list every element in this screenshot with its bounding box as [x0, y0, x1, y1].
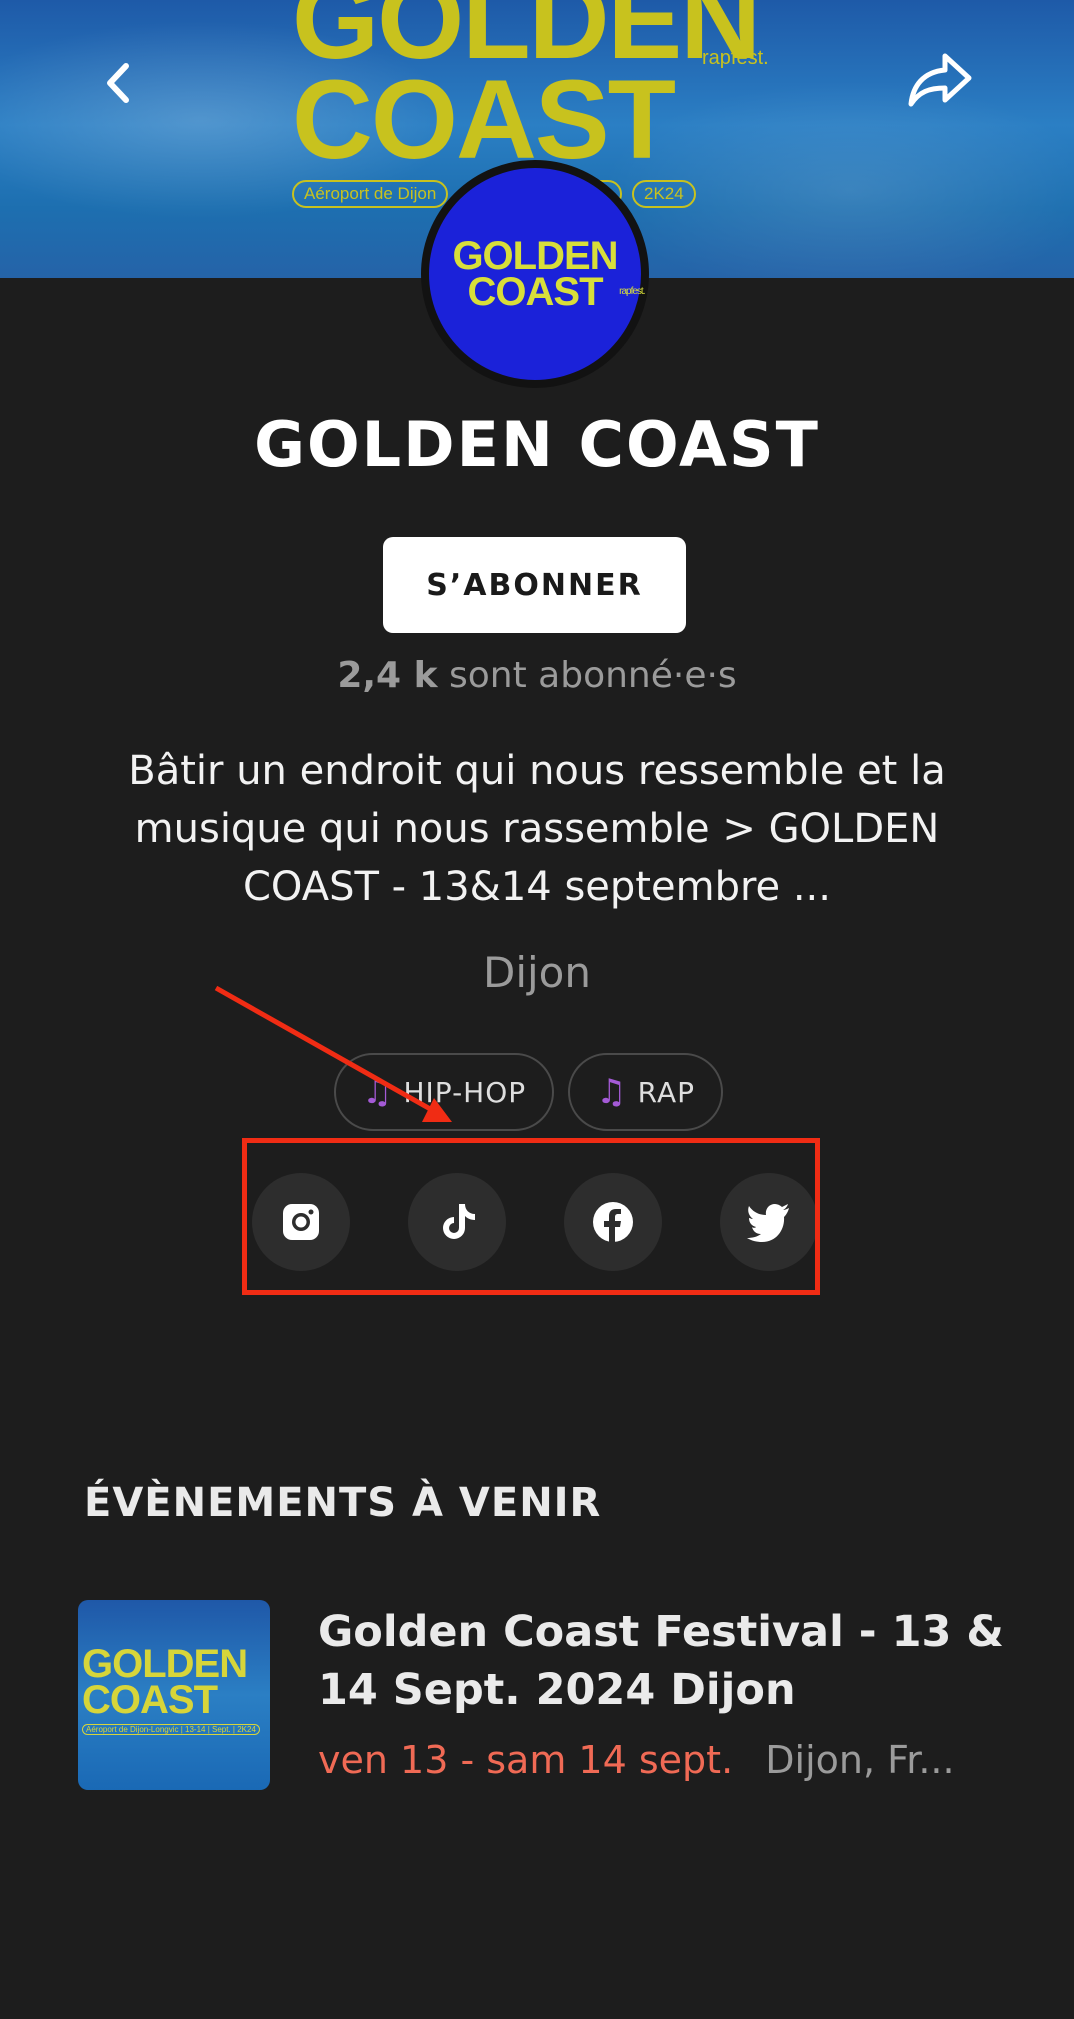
section-title-events: ÉVÈNEMENTS À VENIR — [84, 1480, 602, 1526]
city-label: Dijon — [483, 948, 591, 997]
avatar: GOLDEN COAST rapfest. — [421, 160, 649, 388]
annotation-highlight-box — [242, 1138, 820, 1295]
page-title: GOLDEN COAST — [254, 408, 820, 481]
tag-label: RAP — [637, 1075, 695, 1109]
share-button[interactable] — [905, 50, 975, 110]
event-thumb-line2: COAST — [82, 1678, 218, 1722]
event-title[interactable]: Golden Coast Festival - 13 & 14 Sept. 20… — [318, 1603, 1018, 1719]
banner-logo-line2: COAST — [292, 57, 676, 182]
followers-number: 2,4 k — [337, 655, 438, 696]
bio-text[interactable]: Bâtir un endroit qui nous ressemble et l… — [100, 742, 974, 916]
chevron-left-icon — [107, 63, 129, 103]
event-thumbnail[interactable]: GOLDEN COAST Aéroport de Dijon-Longvic |… — [78, 1600, 270, 1790]
event-thumb-tag: Aéroport de Dijon-Longvic | 13-14 | Sept… — [82, 1724, 260, 1735]
banner-logo: GOLDEN COAST rapfest. — [292, 0, 812, 182]
back-button[interactable] — [100, 58, 140, 108]
subscribe-button[interactable]: S’ABONNER — [383, 537, 686, 633]
tag-rap[interactable]: ♫ RAP — [568, 1053, 723, 1131]
banner-pill-airport: Aéroport de Dijon — [292, 180, 449, 208]
event-place: Dijon, Fr... — [765, 1738, 955, 1782]
banner-rapfest: rapfest. — [702, 47, 769, 69]
event-thumb-line1: GOLDEN — [82, 1642, 248, 1686]
event-date: ven 13 - sam 14 sept. — [318, 1738, 734, 1782]
followers-label: sont abonné·e·s — [449, 655, 737, 696]
avatar-line2-text: COAST — [467, 270, 604, 314]
followers-count: 2,4 k sont abonné·e·s — [0, 655, 1074, 696]
annotation-arrow-icon — [214, 985, 452, 1122]
music-note-icon: ♫ — [596, 1072, 628, 1112]
share-icon — [908, 53, 972, 107]
event-meta: ven 13 - sam 14 sept. Dijon, Fr... — [318, 1738, 1038, 1782]
banner-pill-year: 2K24 — [632, 180, 696, 208]
avatar-line2: COAST rapfest. — [468, 272, 646, 312]
avatar-rapfest: rapfest. — [619, 286, 645, 297]
avatar-line1: GOLDEN — [452, 234, 618, 278]
